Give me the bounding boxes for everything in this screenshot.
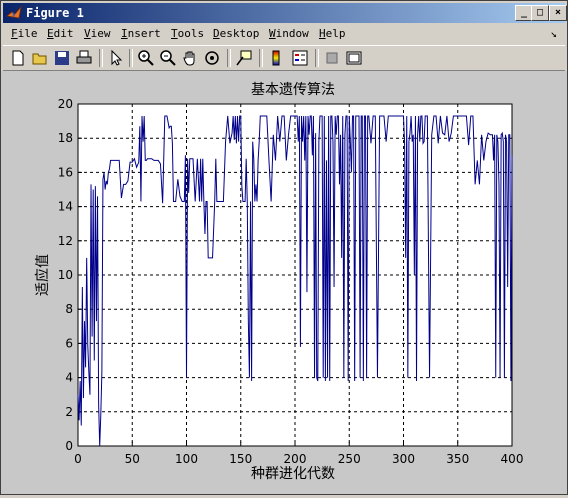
figure-window: Figure 1 _ □ × File Edit View Insert Too… <box>0 0 568 495</box>
menu-file[interactable]: File <box>11 27 38 40</box>
colorbar-icon[interactable] <box>267 49 285 67</box>
y-tick-label: 12 <box>58 234 73 248</box>
x-tick-label: 400 <box>501 452 524 466</box>
x-tick-label: 150 <box>229 452 252 466</box>
rotate-3d-icon[interactable] <box>203 49 221 67</box>
close-button[interactable]: × <box>549 5 567 21</box>
new-file-icon[interactable] <box>9 49 27 67</box>
zoom-out-icon[interactable] <box>159 49 177 67</box>
menu-insert[interactable]: Insert <box>121 27 161 40</box>
x-tick-label: 0 <box>74 452 82 466</box>
x-tick-label: 200 <box>284 452 307 466</box>
x-tick-label: 100 <box>175 452 198 466</box>
y-tick-label: 20 <box>58 97 73 111</box>
toolbar <box>3 45 565 71</box>
y-tick-label: 8 <box>65 302 73 316</box>
y-tick-label: 18 <box>58 131 73 145</box>
data-cursor-icon[interactable] <box>235 49 253 67</box>
toolbar-separator <box>315 49 319 67</box>
menu-tools[interactable]: Tools <box>171 27 204 40</box>
save-icon[interactable] <box>53 49 71 67</box>
y-tick-label: 2 <box>65 405 73 419</box>
chart-title: 基本遗传算法 <box>251 81 335 98</box>
menu-bar: File Edit View Insert Tools Desktop Wind… <box>3 25 565 43</box>
y-tick-label: 16 <box>58 165 73 179</box>
open-file-icon[interactable] <box>31 49 49 67</box>
toolbar-separator <box>259 49 263 67</box>
toolbar-separator <box>99 49 103 67</box>
legend-icon[interactable] <box>291 49 309 67</box>
pointer-icon[interactable] <box>107 49 125 67</box>
line-chart: 基本遗传算法 0 50 100 150 200 250 300 350 400 0 2 4 6 8 10 12… <box>34 81 524 482</box>
y-tick-label: 6 <box>65 336 73 350</box>
print-icon[interactable] <box>75 49 93 67</box>
x-tick-label: 350 <box>446 452 469 466</box>
toolbar-separator <box>227 49 231 67</box>
menu-dock-arrow-icon[interactable]: ↘ <box>550 27 557 40</box>
y-tick-label: 10 <box>58 268 73 282</box>
x-tick-label: 250 <box>338 452 361 466</box>
zoom-in-icon[interactable] <box>137 49 155 67</box>
toolbar-separator <box>129 49 133 67</box>
y-tick-label: 0 <box>65 439 73 453</box>
x-axis-label: 种群进化代数 <box>251 466 335 482</box>
title-bar[interactable]: Figure 1 _ □ × <box>3 3 567 23</box>
y-tick-label: 14 <box>58 200 73 214</box>
y-axis-label: 适应值 <box>34 254 51 296</box>
pan-hand-icon[interactable] <box>181 49 199 67</box>
hide-plot-tools-icon[interactable] <box>323 49 341 67</box>
x-tick-label: 300 <box>392 452 415 466</box>
maximize-button[interactable]: □ <box>531 5 549 21</box>
menu-window[interactable]: Window <box>269 27 309 40</box>
menu-edit[interactable]: Edit <box>47 27 74 40</box>
x-tick-label: 50 <box>125 452 140 466</box>
menu-help[interactable]: Help <box>319 27 346 40</box>
menu-view[interactable]: View <box>84 27 111 40</box>
matlab-logo-icon <box>6 5 22 19</box>
show-plot-tools-icon[interactable] <box>345 49 363 67</box>
window-title: Figure 1 <box>26 6 84 20</box>
figure-canvas: 基本遗传算法 0 50 100 150 200 250 300 350 400 0 2 4 6 8 10 12… <box>1 71 567 494</box>
menu-desktop[interactable]: Desktop <box>213 27 259 40</box>
y-tick-label: 4 <box>65 371 73 385</box>
